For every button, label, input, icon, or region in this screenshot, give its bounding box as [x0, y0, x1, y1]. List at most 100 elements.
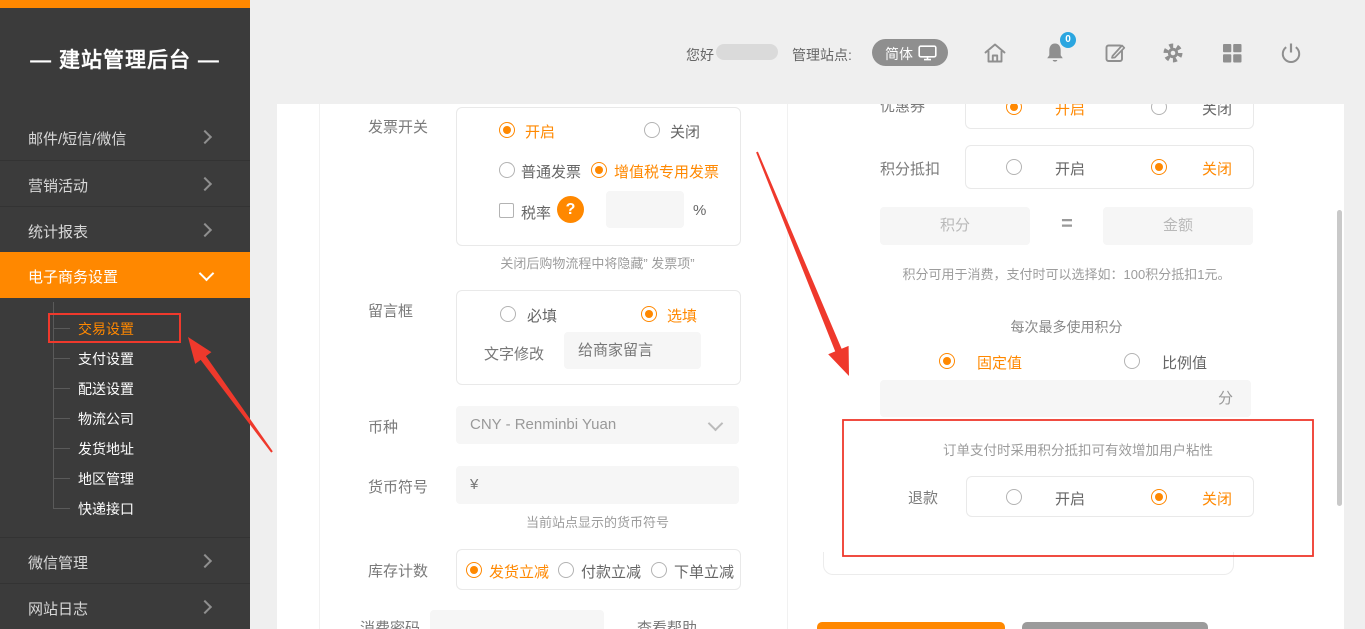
notification-badge[interactable]: 0 — [1060, 32, 1076, 48]
stock-order-radio[interactable] — [651, 562, 667, 578]
message-required-radio[interactable] — [500, 306, 516, 322]
sidebar-item-ecommerce-settings[interactable]: 电子商务设置 — [0, 252, 250, 298]
message-required-option[interactable]: 必填 — [527, 305, 557, 326]
sidebar-subitem-express-api[interactable]: 快递接口 — [78, 499, 228, 519]
tax-rate-input[interactable] — [606, 191, 684, 228]
ratio-value-option[interactable]: 比例值 — [1162, 352, 1207, 373]
currency-select[interactable]: CNY - Renminbi Yuan — [456, 406, 739, 444]
consume-password-input[interactable] — [430, 610, 604, 629]
sidebar-item-mail-sms-wechat[interactable]: 邮件/短信/微信 — [0, 114, 250, 160]
sidebar-subitem-shipping-address[interactable]: 发货地址 — [78, 439, 228, 459]
points-help-text: 积分可用于消费，支付时可以选择如：100积分抵扣1元。 — [880, 264, 1253, 283]
coupon-on-radio[interactable] — [1006, 104, 1022, 115]
coupon-on-option[interactable]: 开启 — [1055, 104, 1085, 119]
sidebar-subitem-logistics-company[interactable]: 物流公司 — [78, 409, 228, 429]
invoice-normal-radio[interactable] — [499, 162, 515, 178]
points-on-option[interactable]: 开启 — [1055, 158, 1085, 179]
currency-label: 币种 — [368, 416, 398, 437]
tree-tick — [53, 448, 70, 449]
stock-pay-option[interactable]: 付款立减 — [581, 561, 641, 582]
fixed-value-option[interactable]: 固定值 — [977, 352, 1022, 373]
invoice-vat-option[interactable]: 增值税专用发票 — [614, 161, 719, 182]
home-icon[interactable] — [982, 40, 1008, 66]
stock-pay-radio[interactable] — [558, 562, 574, 578]
cancel-button[interactable] — [1022, 622, 1208, 629]
points-deduction-group: 开启 关闭 — [965, 145, 1254, 189]
chevron-right-icon — [198, 600, 212, 614]
settings-content-panel: 发票开关 开启 关闭 普通发票 增值税专用发票 税率 ? % 关闭后购物流程中将… — [277, 104, 1344, 629]
chevron-down-icon — [199, 266, 215, 282]
chevron-right-icon — [198, 554, 212, 568]
help-question-icon[interactable]: ? — [557, 196, 584, 223]
points-value-input[interactable]: 积分 — [880, 207, 1030, 245]
chevron-right-icon — [198, 130, 212, 144]
message-optional-option[interactable]: 选填 — [667, 305, 697, 326]
refund-on-option[interactable]: 开启 — [1055, 488, 1085, 509]
invoice-switch-label: 发票开关 — [368, 116, 428, 137]
site-selector-pill[interactable]: 简体 — [872, 39, 948, 66]
ratio-value-radio[interactable] — [1124, 353, 1140, 369]
app-window: — 建站管理后台 — 邮件/短信/微信 营销活动 统计报表 电子商务设置 交易设… — [0, 0, 1365, 629]
points-off-radio[interactable] — [1151, 159, 1167, 175]
tree-tick — [53, 388, 70, 389]
tree-tick — [53, 478, 70, 479]
settings-gear-icon[interactable] — [1160, 40, 1186, 66]
tree-tick — [53, 508, 70, 509]
sidebar-item-marketing[interactable]: 营销活动 — [0, 160, 250, 207]
invoice-off-option[interactable]: 关闭 — [670, 121, 700, 142]
stock-count-group: 发货立减 付款立减 下单立减 — [456, 549, 741, 590]
percent-suffix: % — [693, 202, 706, 219]
stock-order-option[interactable]: 下单立减 — [674, 561, 734, 582]
coupon-off-radio[interactable] — [1151, 104, 1167, 115]
equals-sign: = — [1056, 213, 1078, 236]
fixed-value-radio[interactable] — [939, 353, 955, 369]
stock-ship-option[interactable]: 发货立减 — [489, 561, 549, 582]
sidebar-item-site-logs[interactable]: 网站日志 — [0, 583, 250, 629]
consume-password-label: 消费密码 — [360, 617, 420, 629]
edit-icon[interactable] — [1102, 40, 1128, 66]
sidebar-item-wechat-management[interactable]: 微信管理 — [0, 537, 250, 584]
panel-divider — [787, 104, 788, 629]
amount-value-input[interactable]: 金额 — [1103, 207, 1253, 245]
site-name: 简体 — [885, 44, 913, 64]
max-points-input[interactable]: 分 — [880, 380, 1251, 417]
sidebar-item-reports[interactable]: 统计报表 — [0, 206, 250, 253]
invoice-on-option[interactable]: 开启 — [525, 121, 555, 142]
sidebar-subitem-payment-settings[interactable]: 支付设置 — [78, 349, 228, 369]
points-off-option[interactable]: 关闭 — [1202, 158, 1232, 179]
save-button[interactable] — [817, 622, 1005, 629]
view-help-link[interactable]: 查看帮助 — [637, 617, 697, 629]
apps-grid-icon[interactable] — [1219, 40, 1245, 66]
max-points-title: 每次最多使用积分 — [880, 317, 1253, 337]
section-bottom-border — [823, 552, 1234, 575]
tax-rate-option[interactable]: 税率 — [521, 202, 551, 223]
sidebar-subitem-region-management[interactable]: 地区管理 — [78, 469, 228, 489]
points-note-text: 订单支付时采用积分抵扣可有效增加用户粘性 — [843, 439, 1313, 459]
stock-count-label: 库存计数 — [368, 560, 428, 581]
coupon-label: 优惠券 — [880, 104, 925, 116]
sidebar-subitem-delivery-settings[interactable]: 配送设置 — [78, 379, 228, 399]
chevron-right-icon — [198, 223, 212, 237]
message-text-input[interactable]: 给商家留言 — [564, 332, 701, 369]
invoice-help-text: 关闭后购物流程中将隐藏” 发票项” — [456, 253, 739, 272]
message-box-label: 留言框 — [368, 300, 413, 321]
currency-symbol-input[interactable]: ¥ — [456, 466, 739, 504]
refund-on-radio[interactable] — [1006, 489, 1022, 505]
invoice-off-radio[interactable] — [644, 122, 660, 138]
sidebar-subitem-trade-settings[interactable]: 交易设置 — [78, 319, 228, 339]
vertical-scrollbar-thumb[interactable] — [1337, 210, 1342, 506]
stock-ship-radio[interactable] — [466, 562, 482, 578]
power-icon[interactable] — [1278, 40, 1304, 66]
invoice-on-radio[interactable] — [499, 122, 515, 138]
greeting-text: 您好 — [686, 45, 714, 65]
sidebar: — 建站管理后台 — 邮件/短信/微信 营销活动 统计报表 电子商务设置 交易设… — [0, 0, 250, 629]
invoice-normal-option[interactable]: 普通发票 — [521, 161, 581, 182]
points-on-radio[interactable] — [1006, 159, 1022, 175]
tax-rate-checkbox[interactable] — [499, 203, 514, 218]
invoice-vat-radio[interactable] — [591, 162, 607, 178]
coupon-off-option[interactable]: 关闭 — [1202, 104, 1232, 119]
refund-off-option[interactable]: 关闭 — [1202, 488, 1232, 509]
chevron-right-icon — [198, 177, 212, 191]
refund-off-radio[interactable] — [1151, 489, 1167, 505]
message-optional-radio[interactable] — [641, 306, 657, 322]
